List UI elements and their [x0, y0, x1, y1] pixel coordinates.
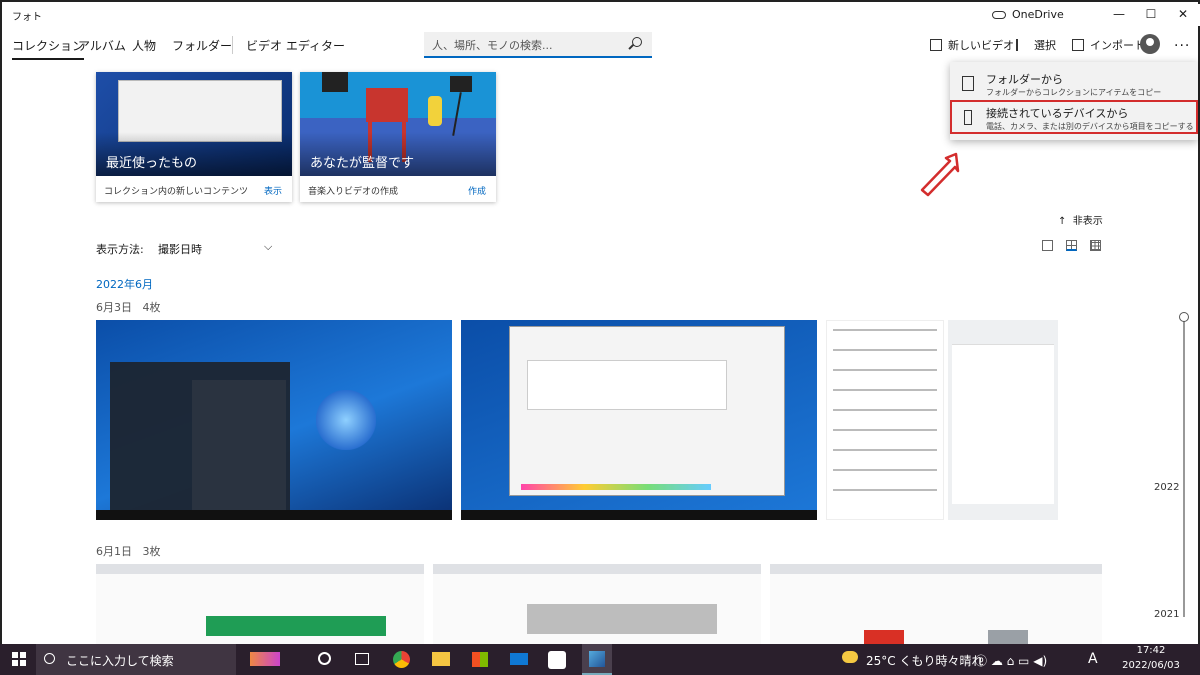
- mail-icon[interactable]: [510, 653, 528, 665]
- photo-thumbnail[interactable]: [96, 320, 452, 520]
- app-icon[interactable]: [548, 651, 566, 669]
- chevron-down-icon[interactable]: ⌵: [264, 240, 272, 254]
- taskbar: ここに入力して検索 25°C くもり時々晴れ ⓟ ☁ ⌂ ▭ ◀) A 17:4…: [0, 644, 1200, 675]
- cortana-icon[interactable]: [318, 652, 331, 665]
- director-card[interactable]: あなたが監督です 音楽入りビデオの作成 作成: [300, 72, 496, 202]
- group-date: 6月3日: [96, 301, 132, 314]
- usb-device-icon: [964, 110, 972, 125]
- medium-tiles-icon[interactable]: [1066, 240, 1077, 251]
- date-group-heading: 6月1日 3枚: [96, 543, 161, 559]
- import-menu: フォルダーから フォルダーからコレクションにアイテムをコピー 接続されているデバ…: [950, 62, 1198, 140]
- card-desc: 音楽入りビデオの作成: [308, 187, 399, 197]
- search-input[interactable]: 人、場所、モノの検索...: [432, 37, 553, 53]
- photo-thumbnail[interactable]: [826, 320, 944, 520]
- tab-video-editor[interactable]: ビデオ エディター: [246, 37, 345, 54]
- photo-thumbnail[interactable]: [948, 320, 1058, 520]
- card-desc: コレクション内の新しいコンテンツ: [104, 187, 249, 197]
- large-tiles-icon[interactable]: [1042, 240, 1053, 251]
- timeline-handle[interactable]: [1179, 312, 1189, 322]
- photo-thumbnail[interactable]: [461, 320, 817, 520]
- nav-divider: [232, 36, 233, 54]
- minimize-button[interactable]: —: [1104, 7, 1134, 21]
- more-options-button[interactable]: ...: [1174, 34, 1190, 50]
- menu-item-subtitle: 電話、カメラ、または別のデバイスから項目をコピーする: [986, 122, 1194, 131]
- photo-thumbnail[interactable]: [433, 564, 761, 646]
- small-tiles-icon[interactable]: [1090, 240, 1101, 251]
- group-count: 3枚: [142, 545, 161, 558]
- view-link[interactable]: 表示: [264, 184, 282, 197]
- search-icon: [44, 653, 55, 664]
- menu-item-title: フォルダーから: [986, 73, 1063, 86]
- photos-window: フォト OneDrive — ☐ ✕ コレクション アルバム 人物 フォルダー …: [0, 0, 1200, 675]
- view-by-select[interactable]: 撮影日時: [158, 241, 202, 257]
- month-heading: 2022年6月: [96, 278, 153, 291]
- avatar[interactable]: [1140, 34, 1160, 54]
- import-button[interactable]: インポート: [1072, 37, 1145, 53]
- close-button[interactable]: ✕: [1168, 7, 1198, 21]
- chrome-icon[interactable]: [393, 651, 410, 668]
- timeline-year[interactable]: 2022: [1154, 482, 1179, 493]
- up-arrow-icon: ↑: [1058, 216, 1067, 227]
- group-date: 6月1日: [96, 545, 132, 558]
- ime-indicator[interactable]: A: [1088, 651, 1098, 667]
- onedrive-label: OneDrive: [1012, 8, 1064, 21]
- menu-item-from-device[interactable]: 接続されているデバイスから 電話、カメラ、または別のデバイスから項目をコピーする: [950, 100, 1198, 134]
- store-icon[interactable]: [472, 652, 488, 667]
- date-group-heading: 6月3日 4枚: [96, 299, 161, 315]
- file-explorer-icon[interactable]: [432, 652, 450, 666]
- timeline-track[interactable]: [1183, 317, 1185, 617]
- view-by-label: 表示方法:: [96, 243, 144, 256]
- photo-thumbnail[interactable]: [96, 564, 424, 646]
- video-icon: [930, 39, 942, 51]
- tab-folders[interactable]: フォルダー: [172, 37, 232, 54]
- tab-collection[interactable]: コレクション: [12, 37, 85, 60]
- card-title: 最近使ったもの: [106, 156, 198, 171]
- folder-icon: [962, 76, 974, 91]
- clock-time[interactable]: 17:42: [1122, 645, 1180, 656]
- onedrive-status[interactable]: OneDrive: [992, 8, 1064, 21]
- photo-thumbnail[interactable]: [770, 564, 1102, 646]
- hide-label: 非表示: [1072, 216, 1103, 227]
- task-view-icon[interactable]: [355, 653, 369, 665]
- photos-icon: [589, 651, 605, 667]
- checklist-icon: [1016, 39, 1028, 51]
- menu-item-from-folder[interactable]: フォルダーから フォルダーからコレクションにアイテムをコピー: [950, 66, 1198, 102]
- tab-people[interactable]: 人物: [132, 37, 156, 54]
- menu-item-subtitle: フォルダーからコレクションにアイテムをコピー: [986, 88, 1162, 97]
- search-icon[interactable]: [632, 37, 642, 47]
- app-title: フォト: [12, 12, 42, 23]
- clock-date[interactable]: 2022/06/03: [1118, 660, 1184, 671]
- pointer-arrow: [920, 152, 960, 197]
- import-label: インポート: [1090, 39, 1145, 52]
- title-bar: フォト OneDrive — ☐ ✕: [4, 4, 1200, 26]
- create-link[interactable]: 作成: [468, 184, 486, 197]
- menu-item-title: 接続されているデバイスから: [986, 107, 1129, 120]
- group-count: 4枚: [142, 301, 161, 314]
- timeline-year[interactable]: 2021: [1154, 609, 1179, 620]
- recent-card[interactable]: 最近使ったもの コレクション内の新しいコンテンツ 表示: [96, 72, 292, 202]
- cloud-icon: [992, 10, 1006, 19]
- weather-label[interactable]: 25°C くもり時々晴れ: [866, 652, 983, 669]
- select-label: 選択: [1034, 39, 1056, 52]
- weather-icon: [842, 651, 858, 663]
- windows-start-icon[interactable]: [12, 652, 26, 666]
- import-icon: [1072, 39, 1084, 51]
- search-box[interactable]: 人、場所、モノの検索...: [424, 32, 652, 58]
- card-title: あなたが監督です: [310, 156, 415, 171]
- hide-toggle[interactable]: ↑ 非表示: [1058, 212, 1103, 227]
- taskbar-search-label: ここに入力して検索: [66, 654, 174, 668]
- tab-albums[interactable]: アルバム: [78, 37, 126, 54]
- top-nav: コレクション アルバム 人物 フォルダー ビデオ エディター 人、場所、モノの検…: [4, 28, 1200, 64]
- new-video-label: 新しいビデオ: [948, 39, 1014, 52]
- tray-icons[interactable]: ⓟ ☁ ⌂ ▭ ◀): [975, 652, 1047, 669]
- maximize-button[interactable]: ☐: [1136, 7, 1166, 21]
- new-video-button[interactable]: 新しいビデオ: [930, 37, 1014, 53]
- bicycle-icon: [250, 652, 280, 666]
- select-button[interactable]: 選択: [1016, 37, 1056, 53]
